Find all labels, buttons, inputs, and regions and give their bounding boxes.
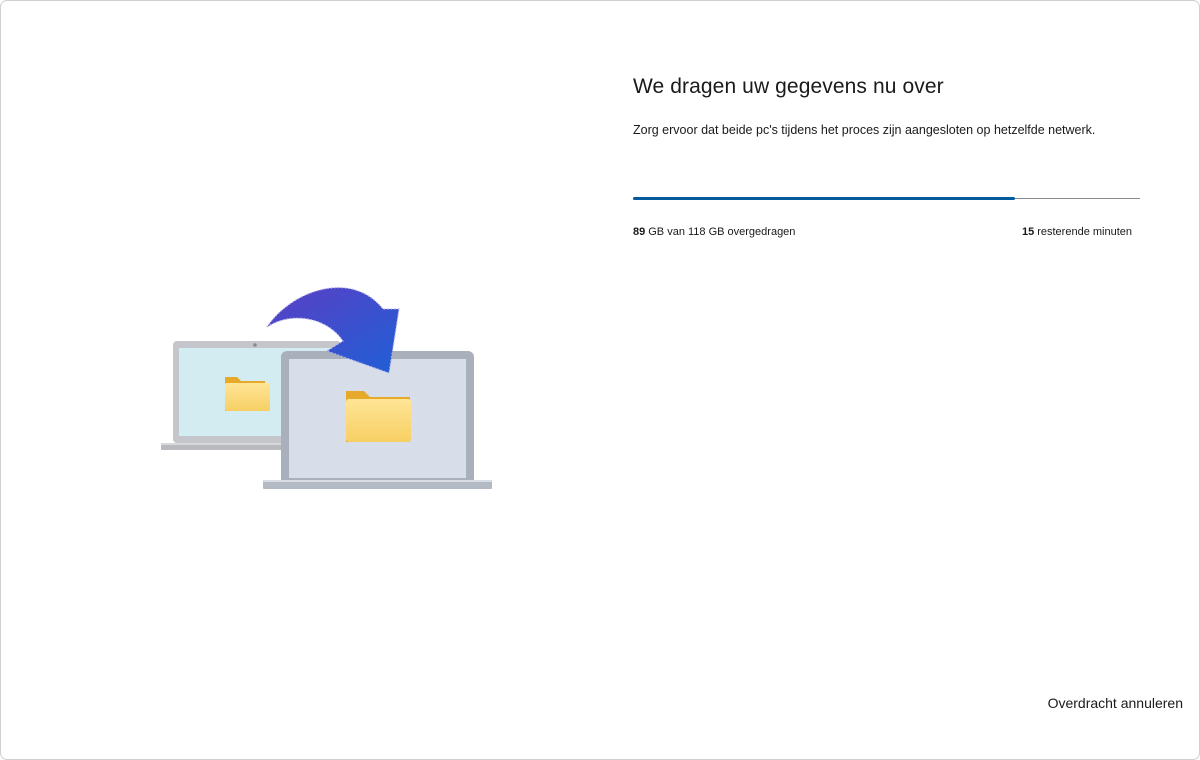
cancel-transfer-button[interactable]: Overdracht annuleren: [1048, 695, 1183, 711]
remaining-amount: 15: [1021, 226, 1035, 238]
folder-icon: [225, 377, 270, 411]
remaining-time-status: 15 resterende minuten: [1022, 226, 1132, 238]
transferred-amount: 89: [633, 226, 646, 238]
progress-bar-fill: [633, 197, 1016, 200]
transfer-illustration: [161, 287, 492, 489]
page-title: We dragen uw gegevens nu over: [633, 75, 944, 98]
page-subtitle: Zorg ervoor dat beide pc's tijdens het p…: [633, 123, 1096, 137]
transfer-progress-bar: [633, 197, 1140, 200]
folder-icon: [346, 391, 411, 442]
remaining-label: resterende minuten: [1037, 226, 1132, 238]
transferred-status: 89 GB van 118 GB overgedragen: [633, 226, 795, 238]
transferred-label: GB van 118 GB overgedragen: [648, 226, 796, 238]
transfer-window: We dragen uw gegevens nu over Zorg ervoo…: [0, 0, 1200, 760]
